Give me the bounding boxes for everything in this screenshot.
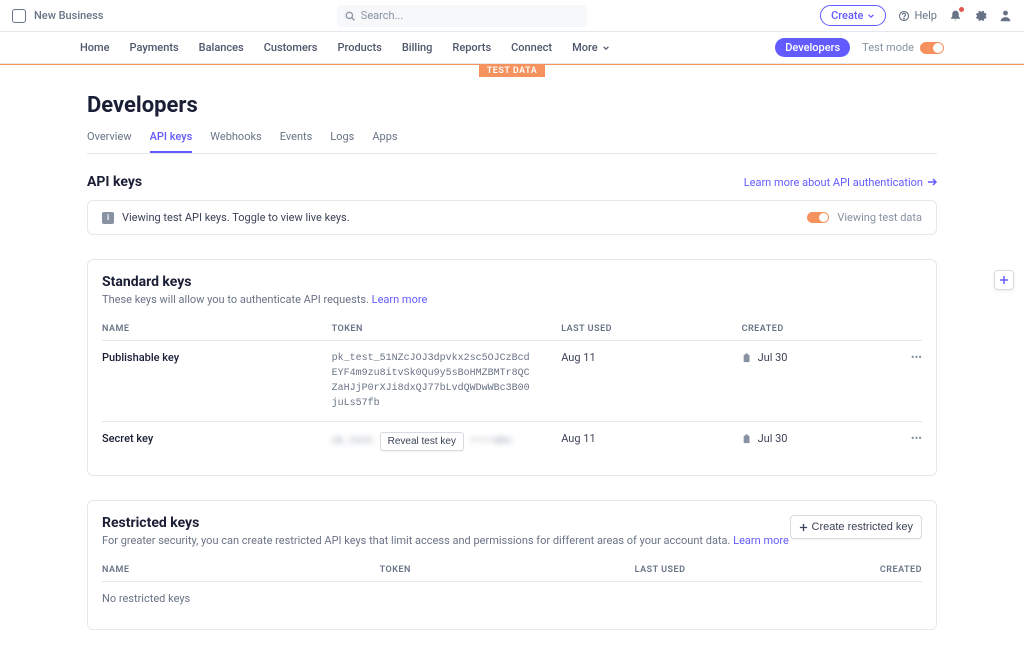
page-title: Developers [87, 93, 937, 118]
chevron-down-icon [602, 44, 610, 52]
viewing-test-data-toggle[interactable] [807, 212, 829, 223]
notification-dot [959, 7, 964, 12]
tab-logs[interactable]: Logs [330, 130, 354, 153]
key-last-used: Aug 11 [561, 341, 741, 422]
test-mode-label: Test mode [862, 41, 914, 54]
clipboard-icon [742, 353, 752, 363]
nav-payments[interactable]: Payments [130, 41, 179, 54]
col-name: NAME [102, 559, 222, 582]
col-name: NAME [102, 318, 332, 341]
developers-pill[interactable]: Developers [775, 38, 850, 57]
col-token: TOKEN [332, 318, 562, 341]
test-mode-toggle-wrap: Test mode [862, 41, 944, 54]
restricted-keys-card: Restricted keys For greater security, yo… [87, 500, 937, 630]
add-fab[interactable] [994, 270, 1014, 290]
restricted-keys-learn-more[interactable]: Learn more [733, 534, 789, 547]
nav-products[interactable]: Products [337, 41, 381, 54]
row-actions[interactable]: ••• [889, 422, 922, 462]
standard-keys-title: Standard keys [102, 274, 922, 290]
col-created: CREATED [742, 318, 890, 341]
nav-connect[interactable]: Connect [511, 41, 552, 54]
restricted-keys-empty: No restricted keys [102, 582, 922, 615]
table-row: Publishable key pk_test_51NZcJOJ3dpvkx2s… [102, 341, 922, 422]
key-created: Jul 30 [758, 432, 788, 445]
create-button[interactable]: Create [820, 5, 886, 26]
api-keys-title: API keys [87, 174, 142, 190]
gear-icon [974, 9, 987, 22]
tab-events[interactable]: Events [280, 130, 313, 153]
create-restricted-key-button[interactable]: Create restricted key [790, 515, 922, 539]
nav-reports[interactable]: Reports [452, 41, 491, 54]
navbar: Home Payments Balances Customers Product… [0, 32, 1024, 64]
tab-api-keys[interactable]: API keys [150, 130, 193, 153]
nav-balances[interactable]: Balances [199, 41, 244, 54]
business-name[interactable]: New Business [34, 9, 103, 22]
tab-overview[interactable]: Overview [87, 130, 132, 153]
key-name: Secret key [102, 422, 332, 462]
restricted-keys-desc: For greater security, you can create res… [102, 534, 789, 547]
app-icon [12, 9, 26, 23]
nav-billing[interactable]: Billing [402, 41, 433, 54]
col-token: TOKEN [222, 559, 411, 582]
table-row: Secret key sk_test Reveal test key ••••a… [102, 422, 922, 462]
col-last-used: LAST USED [411, 559, 686, 582]
tab-webhooks[interactable]: Webhooks [210, 130, 261, 153]
nav-customers[interactable]: Customers [264, 41, 318, 54]
topbar: New Business Search... Create Help [0, 0, 1024, 32]
banner-text: Viewing test API keys. Toggle to view li… [122, 211, 350, 224]
arrow-right-icon [927, 177, 937, 187]
restricted-keys-title: Restricted keys [102, 515, 789, 531]
clipboard-icon [742, 434, 752, 444]
test-data-badge: TEST DATA [479, 65, 545, 77]
profile-button[interactable] [999, 9, 1012, 22]
restricted-keys-table: NAME TOKEN LAST USED CREATED [102, 559, 922, 582]
key-last-used: Aug 11 [561, 422, 741, 462]
chevron-down-icon [867, 12, 875, 20]
nav-home[interactable]: Home [80, 41, 110, 54]
col-created: CREATED [685, 559, 922, 582]
key-token[interactable]: pk_test_51NZcJOJ3dpvkx2sc5OJCzBcdEYF4m9z… [332, 351, 532, 411]
settings-button[interactable] [974, 9, 987, 22]
standard-keys-desc: These keys will allow you to authenticat… [102, 293, 922, 306]
plus-icon [999, 275, 1009, 285]
test-keys-banner: i Viewing test API keys. Toggle to view … [87, 200, 937, 235]
learn-auth-link[interactable]: Learn more about API authentication [744, 176, 937, 189]
key-name: Publishable key [102, 341, 332, 422]
standard-keys-card: Standard keys These keys will allow you … [87, 259, 937, 476]
tab-apps[interactable]: Apps [372, 130, 397, 153]
row-actions[interactable]: ••• [889, 341, 922, 422]
plus-icon [799, 523, 808, 532]
standard-keys-table: NAME TOKEN LAST USED CREATED Publishable… [102, 318, 922, 461]
test-data-separator: TEST DATA [0, 64, 1024, 77]
search-input[interactable]: Search... [337, 5, 587, 27]
nav-more[interactable]: More [572, 41, 610, 54]
key-token-hidden: sk_test Reveal test key ••••abc [332, 432, 512, 451]
notifications-button[interactable] [949, 9, 962, 22]
help-icon [898, 10, 910, 22]
standard-keys-learn-more[interactable]: Learn more [372, 293, 428, 306]
search-icon [345, 11, 355, 21]
info-icon: i [102, 212, 114, 224]
reveal-key-button[interactable]: Reveal test key [380, 432, 464, 451]
help-link[interactable]: Help [898, 9, 937, 22]
col-last-used: LAST USED [561, 318, 741, 341]
key-created: Jul 30 [758, 351, 788, 364]
tabs: Overview API keys Webhooks Events Logs A… [87, 130, 937, 154]
viewing-test-data-label: Viewing test data [837, 211, 922, 224]
search-placeholder: Search... [361, 9, 404, 22]
user-icon [999, 9, 1012, 22]
test-mode-toggle[interactable] [920, 42, 944, 54]
